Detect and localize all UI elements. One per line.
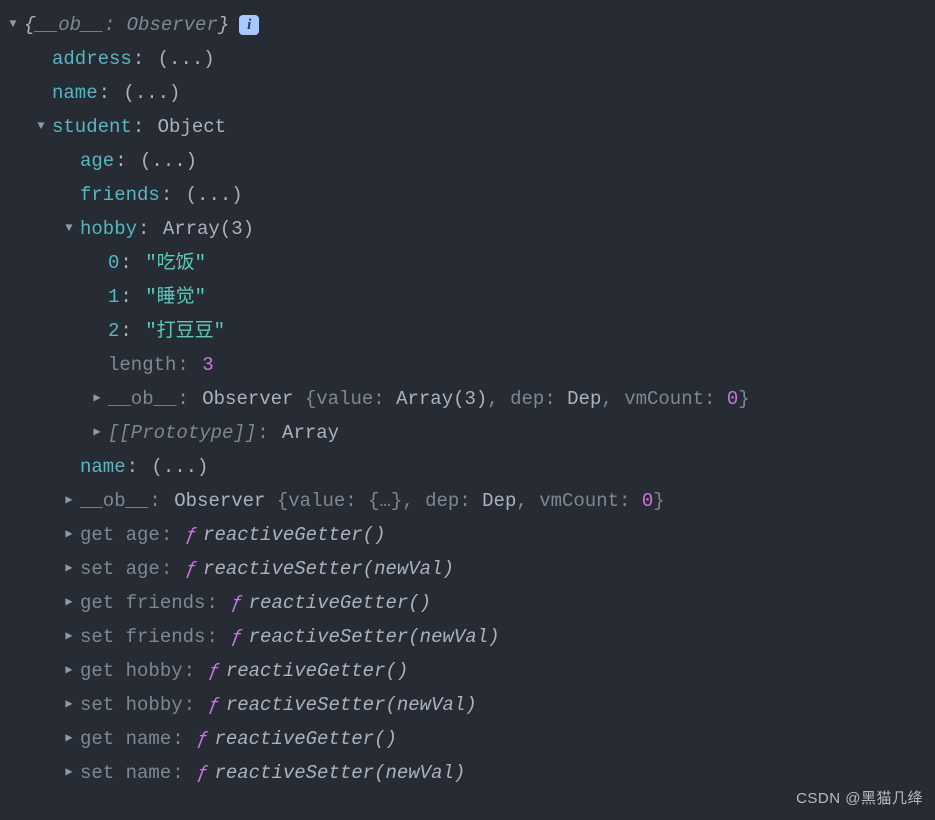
array-value: "打豆豆" (145, 314, 225, 348)
tree-row[interactable]: age: (...) (0, 144, 935, 178)
observer-preview: Observer {value: {…}, dep: Dep, vmCount:… (174, 484, 664, 518)
tree-row-accessor[interactable]: get hobby: ƒreactiveGetter() (0, 654, 935, 688)
prop-key: address (52, 42, 132, 76)
expand-toggle-icon[interactable] (62, 558, 76, 580)
tree-row[interactable]: name: (...) (0, 76, 935, 110)
prop-key: [[Prototype]] (108, 416, 256, 450)
array-value: "吃饭" (145, 246, 206, 280)
expand-toggle-icon[interactable] (62, 524, 76, 546)
tree-row[interactable]: friends: (...) (0, 178, 935, 212)
expand-toggle-icon[interactable] (90, 388, 104, 410)
prop-value: 3 (202, 348, 213, 382)
prop-value: (...) (123, 76, 180, 110)
array-value: "睡觉" (145, 280, 206, 314)
tree-row[interactable]: __ob__: Observer {value: {…}, dep: Dep, … (0, 484, 935, 518)
tree-row[interactable]: 0: "吃饭" (0, 246, 935, 280)
expand-toggle-icon[interactable] (6, 14, 20, 36)
function-icon: ƒ (208, 688, 219, 722)
function-name: reactiveSetter(newVal) (214, 756, 465, 790)
tree-row[interactable]: 2: "打豆豆" (0, 314, 935, 348)
array-index: 1 (108, 280, 119, 314)
prop-value: (...) (140, 144, 197, 178)
expand-toggle-icon[interactable] (62, 694, 76, 716)
expand-toggle-icon[interactable] (34, 116, 48, 138)
prop-key: __ob__ (108, 382, 176, 416)
function-name: reactiveGetter() (203, 518, 385, 552)
expand-toggle-icon[interactable] (90, 422, 104, 444)
function-icon: ƒ (197, 756, 208, 790)
prop-value (146, 42, 157, 76)
array-index: 2 (108, 314, 119, 348)
tree-row-accessor[interactable]: set friends: ƒreactiveSetter(newVal) (0, 620, 935, 654)
prop-key: name (80, 450, 126, 484)
tree-row-accessor[interactable]: set hobby: ƒreactiveSetter(newVal) (0, 688, 935, 722)
prop-value: (...) (151, 450, 208, 484)
function-icon: ƒ (208, 654, 219, 688)
tree-row[interactable]: length: 3 (0, 348, 935, 382)
prop-value: Array (282, 416, 339, 450)
tree-row-hobby[interactable]: hobby: Array(3) (0, 212, 935, 246)
expand-toggle-icon[interactable] (62, 762, 76, 784)
function-name: reactiveSetter(newVal) (203, 552, 454, 586)
array-index: 0 (108, 246, 119, 280)
function-icon: ƒ (231, 586, 242, 620)
function-name: reactiveGetter() (249, 586, 431, 620)
tree-row[interactable]: [[Prototype]]: Array (0, 416, 935, 450)
tree-row-accessor[interactable]: get friends: ƒreactiveGetter() (0, 586, 935, 620)
function-name: reactiveSetter(newVal) (249, 620, 500, 654)
tree-row-root[interactable]: {__ob__: Observer} i (0, 8, 935, 42)
expand-toggle-icon[interactable] (62, 728, 76, 750)
info-icon[interactable]: i (239, 15, 259, 35)
prop-key: age (80, 144, 114, 178)
function-name: reactiveSetter(newVal) (226, 688, 477, 722)
tree-row-accessor[interactable]: get name: ƒreactiveGetter() (0, 722, 935, 756)
object-tree: {__ob__: Observer} i address: (...) name… (0, 8, 935, 790)
expand-toggle-icon[interactable] (62, 490, 76, 512)
brace-close: } (218, 14, 229, 36)
brace-open: { (24, 14, 35, 36)
function-name: reactiveGetter() (226, 654, 408, 688)
expand-toggle-icon[interactable] (62, 218, 76, 240)
root-ob-key: __ob__ (35, 14, 103, 36)
prop-key: student (52, 110, 132, 144)
tree-row-accessor[interactable]: get age: ƒreactiveGetter() (0, 518, 935, 552)
prop-key: name (52, 76, 98, 110)
function-icon: ƒ (186, 518, 197, 552)
root-ob-val: Observer (127, 14, 218, 36)
tree-row[interactable]: name: (...) (0, 450, 935, 484)
prop-key: hobby (80, 212, 137, 246)
prop-value: Array(3) (163, 212, 254, 246)
function-name: reactiveGetter() (214, 722, 396, 756)
function-icon: ƒ (186, 552, 197, 586)
prop-key: length (108, 348, 176, 382)
tree-row-accessor[interactable]: set age: ƒreactiveSetter(newVal) (0, 552, 935, 586)
observer-preview: Observer {value: Array(3), dep: Dep, vmC… (202, 382, 749, 416)
watermark: CSDN @黑猫几绛 (796, 785, 923, 812)
function-icon: ƒ (197, 722, 208, 756)
expand-toggle-icon[interactable] (62, 626, 76, 648)
tree-row[interactable]: address: (...) (0, 42, 935, 76)
prop-value: Object (158, 110, 226, 144)
expand-toggle-icon[interactable] (62, 660, 76, 682)
function-icon: ƒ (231, 620, 242, 654)
prop-key: friends (80, 178, 160, 212)
tree-row[interactable]: __ob__: Observer {value: Array(3), dep: … (0, 382, 935, 416)
tree-row-accessor[interactable]: set name: ƒreactiveSetter(newVal) (0, 756, 935, 790)
prop-value: (...) (186, 178, 243, 212)
expand-toggle-icon[interactable] (62, 592, 76, 614)
tree-row-student[interactable]: student: Object (0, 110, 935, 144)
prop-key: __ob__ (80, 484, 148, 518)
tree-row[interactable]: 1: "睡觉" (0, 280, 935, 314)
